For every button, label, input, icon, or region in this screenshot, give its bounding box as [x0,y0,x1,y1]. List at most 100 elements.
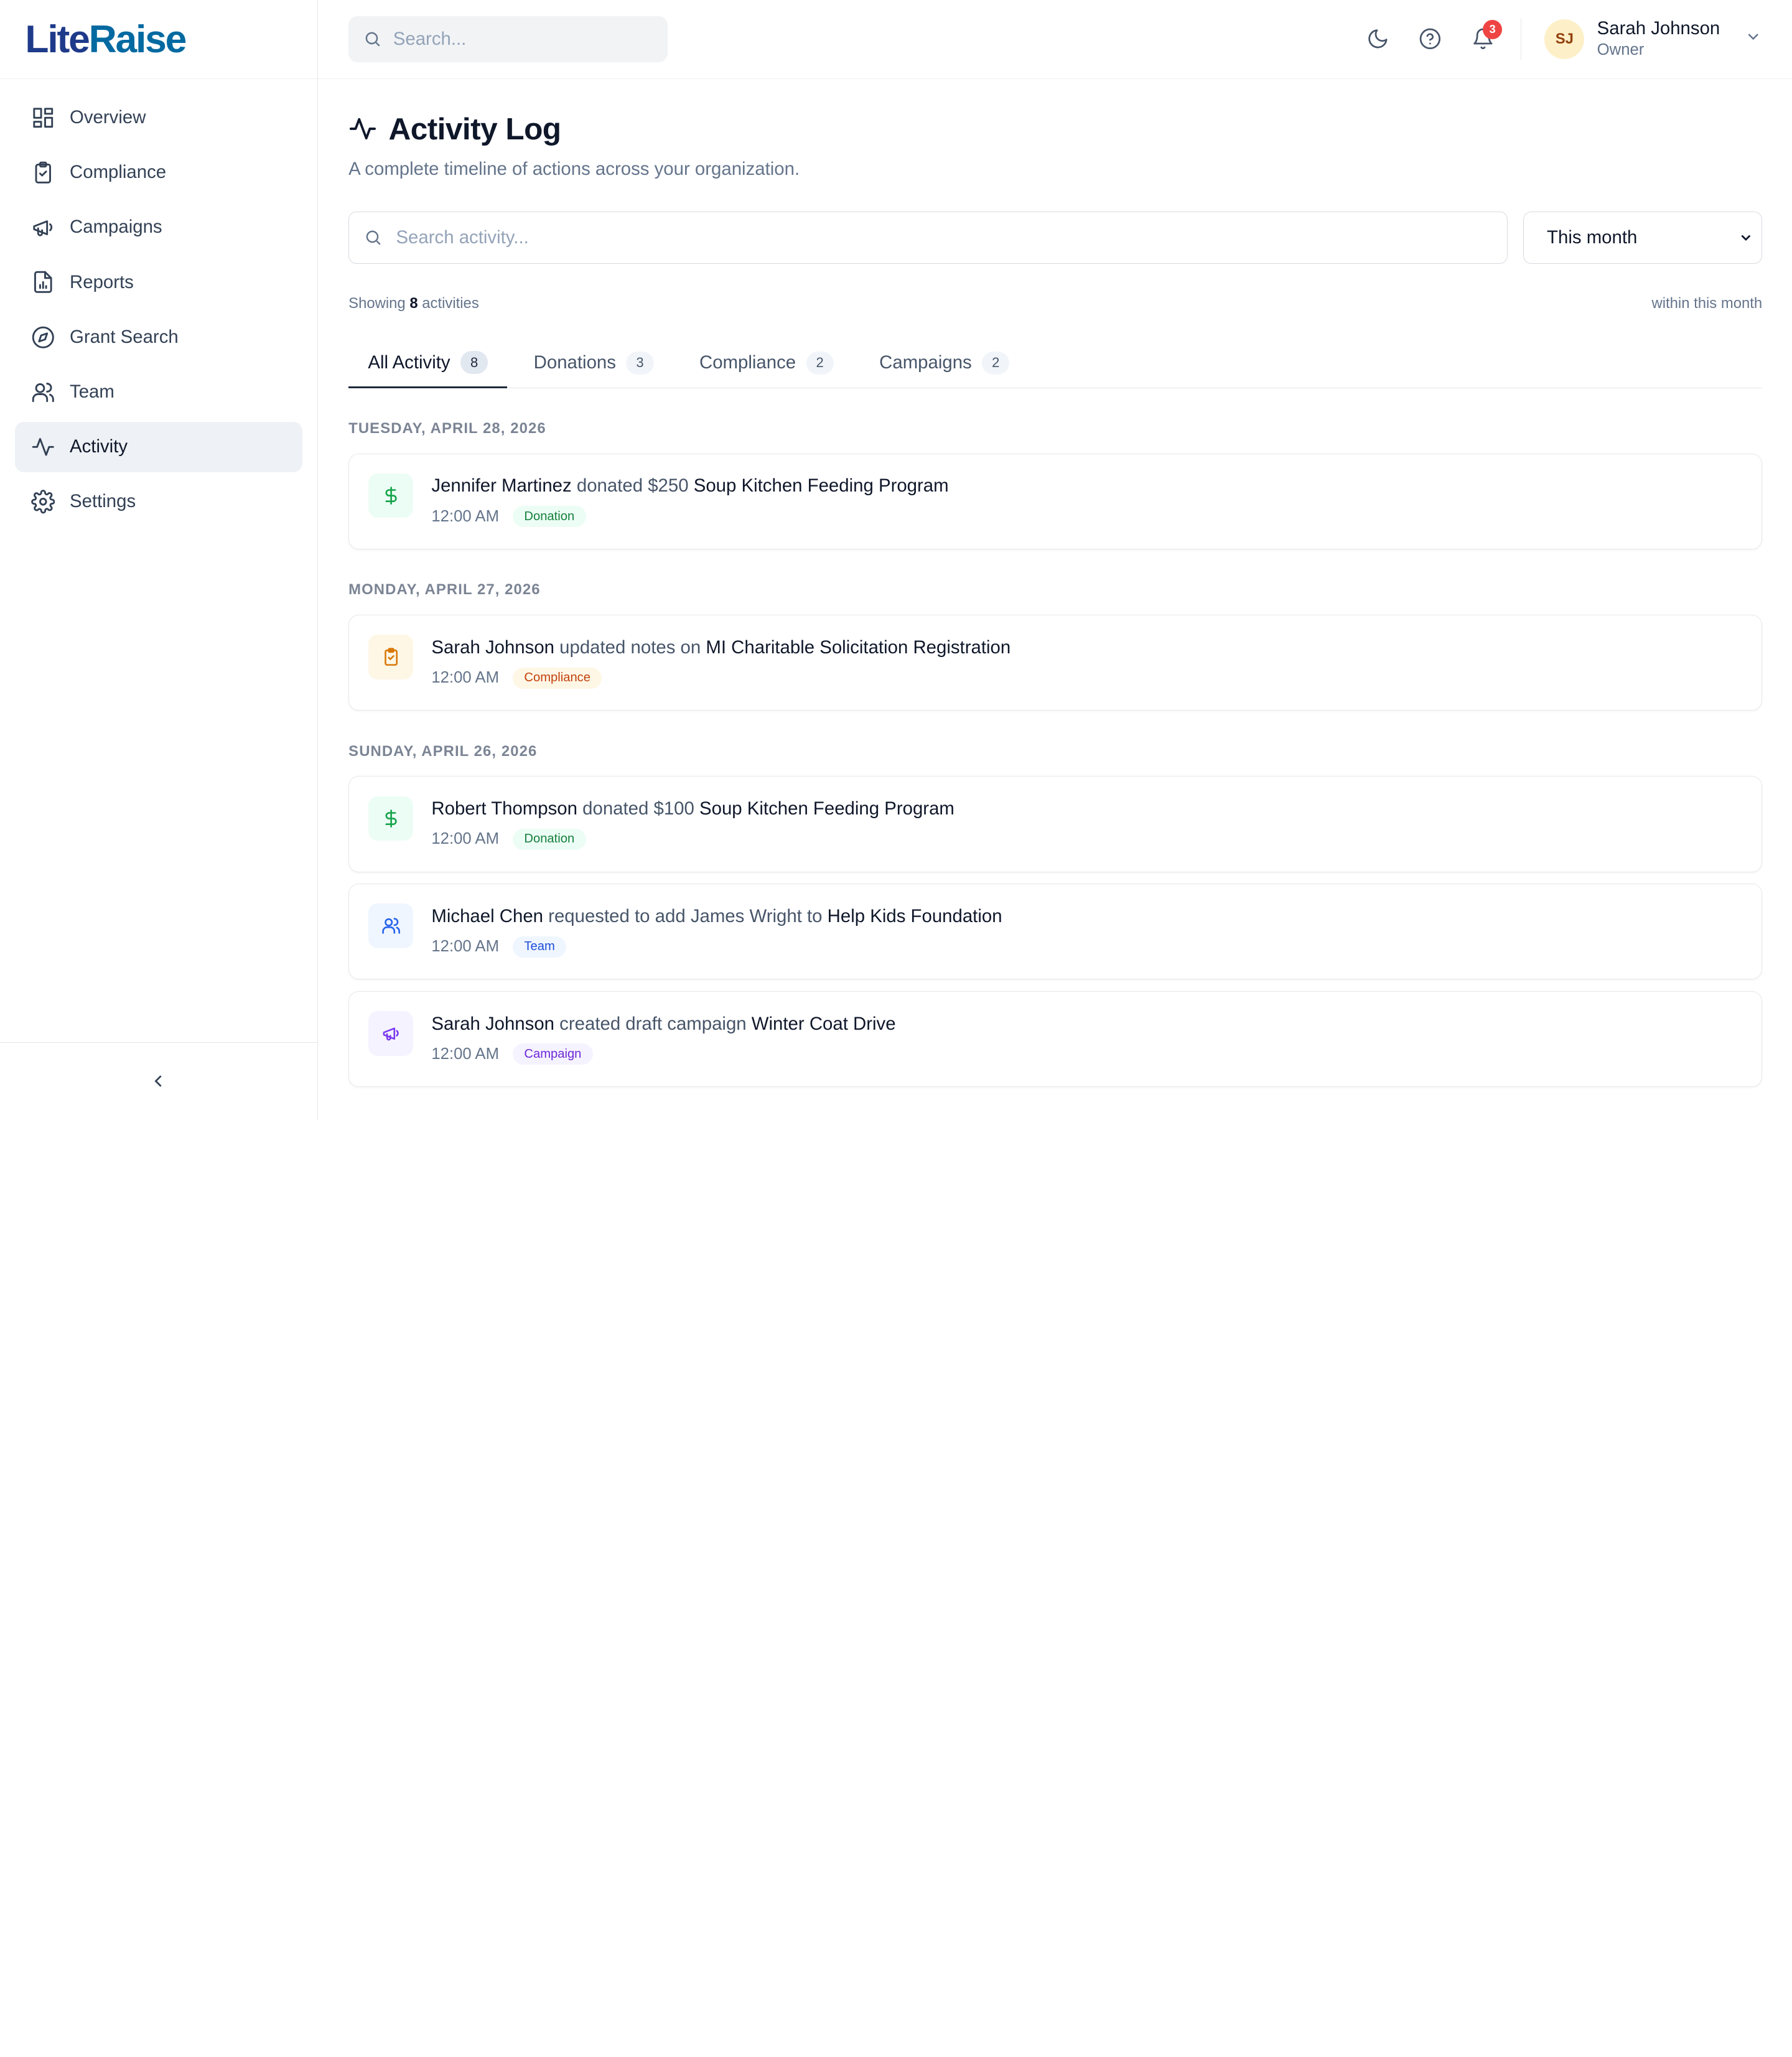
topbar: Search... 3 SJ Sarah Johnson Owner [317,0,1792,79]
gear-icon [30,490,55,514]
activity-icon-box [368,473,414,518]
avatar: SJ [1544,19,1585,59]
activity-action: updated notes on [559,637,701,658]
page-subtitle: A complete timeline of actions across yo… [348,158,800,179]
content: Activity Log A complete timeline of acti… [318,79,1792,1099]
sidebar-item-reports[interactable]: Reports [15,257,302,307]
tab-label: Campaigns [879,352,972,373]
sidebar: LiteRaise Overview Compliance Campaigns … [0,0,318,1120]
activity-card[interactable]: Sarah Johnson created draft campaign Win… [348,991,1763,1088]
chevron-down-icon [1741,235,1750,241]
activity-action: donated $250 [576,475,689,497]
showing-suffix: activities [422,294,479,312]
topbar-divider [1520,18,1522,60]
range-label: within this month [1651,294,1763,312]
sidebar-item-label: Campaigns [70,217,162,238]
global-search-placeholder: Search... [393,28,467,49]
activity-tag: Donation [513,828,586,850]
tab-all-activity[interactable]: All Activity 8 [348,351,508,389]
sidebar-item-label: Team [70,381,114,402]
user-menu-chevron [1732,27,1762,50]
sidebar-item-label: Settings [70,491,136,512]
period-select-value: This month [1547,227,1638,248]
sidebar-item-label: Reports [70,271,134,292]
chevron-down-icon [1748,34,1758,40]
notification-badge: 3 [1483,19,1503,39]
activity-card[interactable]: Michael Chen requested to add James Wrig… [348,884,1763,980]
period-select[interactable]: This month [1523,211,1763,264]
logo[interactable]: LiteRaise [25,17,187,62]
results-summary: Showing 8 activities within this month [348,295,1762,312]
title-row: Activity Log [348,111,1762,147]
activity-time: 12:00 AM [431,669,499,687]
moon-icon [1368,29,1388,49]
activity-target[interactable]: MI Charitable Solicitation Registration [706,637,1010,658]
sidebar-item-campaigns[interactable]: Campaigns [15,202,302,253]
activity-meta: 12:00 AM Compliance [431,667,1010,689]
tab-count: 3 [626,352,654,375]
user-role: Owner [1597,40,1645,58]
clipboard-check-icon [35,161,51,184]
day-header: MONDAY, APRIL 27, 2026 [348,581,541,599]
activity-tag: Team [513,936,567,958]
collapse-sidebar-icon[interactable] [148,1071,169,1091]
activity-meta: 12:00 AM Campaign [431,1043,895,1065]
tab-label: All Activity [368,352,450,373]
global-search-input[interactable]: Search... [348,16,668,62]
megaphone-icon [383,1027,399,1041]
activity-actor[interactable]: Robert Thompson [431,798,577,819]
sidebar-item-settings[interactable]: Settings [15,477,302,527]
activity-card[interactable]: Sarah Johnson updated notes on MI Charit… [348,615,1763,711]
activity-target[interactable]: Soup Kitchen Feeding Program [699,798,954,819]
sidebar-item-activity[interactable]: Activity [14,421,302,472]
help-button[interactable] [1404,16,1456,62]
activity-actor[interactable]: Sarah Johnson [431,637,554,658]
day-header: SUNDAY, APRIL 26, 2026 [348,742,538,760]
user-menu[interactable]: SJ Sarah Johnson Owner [1544,18,1762,60]
activity-target[interactable]: Soup Kitchen Feeding Program [694,475,949,496]
activity-body: Robert Thompson donated $100 Soup Kitche… [431,798,954,850]
activity-search-input[interactable]: Search activity... [348,211,1508,264]
tab-compliance[interactable]: Compliance 2 [680,351,853,387]
tab-donations[interactable]: Donations 3 [514,351,673,387]
activity-body: Michael Chen requested to add James Wrig… [431,906,1002,958]
logo-part-lite: Lite [25,17,90,61]
activity-text: Jennifer Martinez donated $250 Soup Kitc… [431,475,948,497]
sidebar-item-label: Overview [70,107,146,128]
activity-action: requested to add James Wright to [548,905,823,926]
showing-prefix: Showing [348,294,406,312]
logo-part-raise: Raise [88,17,187,61]
sidebar-item-grant-search[interactable]: Grant Search [15,312,302,362]
sidebar-item-compliance[interactable]: Compliance [15,147,302,198]
user-name: Sarah Johnson [1597,17,1720,39]
activity-time: 12:00 AM [431,830,499,848]
activity-meta: 12:00 AM Team [431,936,1002,958]
activity-text: Sarah Johnson updated notes on MI Charit… [431,637,1010,658]
sidebar-item-overview[interactable]: Overview [15,93,302,143]
activity-icon [350,118,376,140]
activity-card[interactable]: Robert Thompson donated $100 Soup Kitche… [348,776,1763,872]
activity-body: Jennifer Martinez donated $250 Soup Kitc… [431,475,949,528]
users-icon [381,918,400,935]
activity-actor[interactable]: Michael Chen [431,906,543,926]
sidebar-item-label: Compliance [70,162,167,183]
activity-actor[interactable]: Sarah Johnson [431,1014,554,1034]
search-icon [365,32,380,47]
activity-card[interactable]: Jennifer Martinez donated $250 Soup Kitc… [348,453,1763,549]
activity-time: 12:00 AM [431,1045,499,1063]
activity-target[interactable]: Winter Coat Drive [752,1014,896,1034]
theme-toggle-button[interactable] [1351,16,1404,62]
sidebar-item-team[interactable]: Team [15,367,302,417]
users-icon [32,382,54,402]
notifications-button[interactable]: 3 [1457,16,1509,62]
logo-area: LiteRaise [0,0,317,79]
activity-text: Sarah Johnson created draft campaign Win… [431,1014,895,1035]
activity-body: Sarah Johnson updated notes on MI Charit… [431,637,1010,689]
activity-icon-box [368,903,414,948]
activity-text: Michael Chen requested to add James Wrig… [431,906,1002,927]
activity-actor[interactable]: Jennifer Martinez [431,475,571,496]
activity-target[interactable]: Help Kids Foundation [828,906,1002,926]
tab-label: Compliance [699,352,796,373]
tab-campaigns[interactable]: Campaigns 2 [860,351,1029,387]
showing-count: 8 [409,294,418,312]
